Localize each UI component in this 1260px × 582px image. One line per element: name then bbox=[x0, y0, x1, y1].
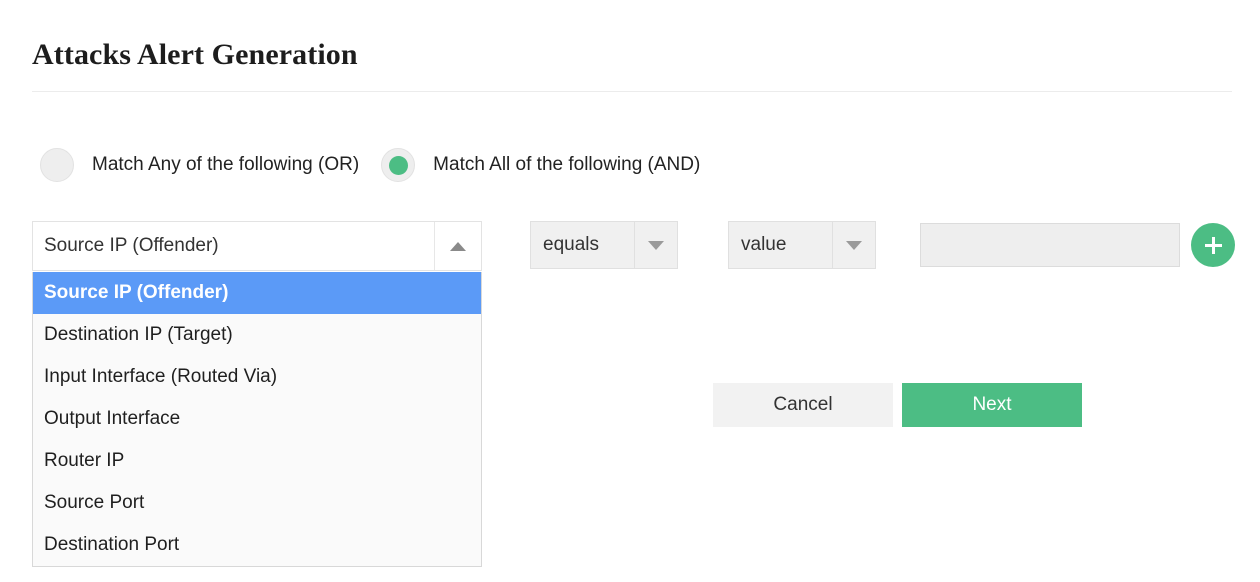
match-mode-radio-group: Match Any of the following (OR) Match Al… bbox=[40, 148, 700, 182]
caret-down-icon[interactable] bbox=[832, 222, 875, 268]
title-divider bbox=[32, 91, 1232, 92]
caret-up-icon[interactable] bbox=[434, 222, 481, 270]
dropdown-option[interactable]: Destination IP (Target) bbox=[33, 314, 481, 356]
value-select-value: value bbox=[741, 234, 787, 255]
radio-label-match-all: Match All of the following (AND) bbox=[433, 154, 701, 175]
condition-row: Source IP (Offender) equals value bbox=[32, 221, 1236, 273]
footer-actions: Cancel Next bbox=[713, 383, 1082, 427]
add-condition-button[interactable] bbox=[1191, 223, 1235, 267]
field-select[interactable]: Source IP (Offender) bbox=[32, 221, 482, 271]
radio-label-match-any: Match Any of the following (OR) bbox=[92, 154, 360, 175]
operator-select-value: equals bbox=[543, 234, 599, 255]
radio-icon-match-any[interactable] bbox=[40, 148, 74, 182]
radio-inner-dot bbox=[388, 155, 408, 175]
value-select[interactable]: value bbox=[728, 221, 876, 269]
dropdown-option[interactable]: Source IP (Offender) bbox=[33, 272, 481, 314]
next-button[interactable]: Next bbox=[902, 383, 1082, 427]
dropdown-option[interactable]: Source Port bbox=[33, 482, 481, 524]
page-title: Attacks Alert Generation bbox=[32, 38, 358, 71]
radio-option-match-any[interactable]: Match Any of the following (OR) bbox=[40, 148, 359, 182]
operator-select[interactable]: equals bbox=[530, 221, 678, 269]
cancel-button[interactable]: Cancel bbox=[713, 383, 893, 427]
dropdown-option[interactable]: Output Interface bbox=[33, 398, 481, 440]
dropdown-option[interactable]: Router IP bbox=[33, 440, 481, 482]
value-input[interactable] bbox=[920, 223, 1180, 267]
field-select-value: Source IP (Offender) bbox=[44, 235, 219, 256]
dropdown-option[interactable]: Input Interface (Routed Via) bbox=[33, 356, 481, 398]
radio-option-match-all[interactable]: Match All of the following (AND) bbox=[381, 148, 700, 182]
field-select-dropdown[interactable]: Source IP (Offender) Destination IP (Tar… bbox=[32, 272, 482, 567]
dropdown-option[interactable]: Destination Port bbox=[33, 524, 481, 566]
radio-icon-match-all[interactable] bbox=[381, 148, 416, 182]
caret-down-icon[interactable] bbox=[634, 222, 677, 268]
